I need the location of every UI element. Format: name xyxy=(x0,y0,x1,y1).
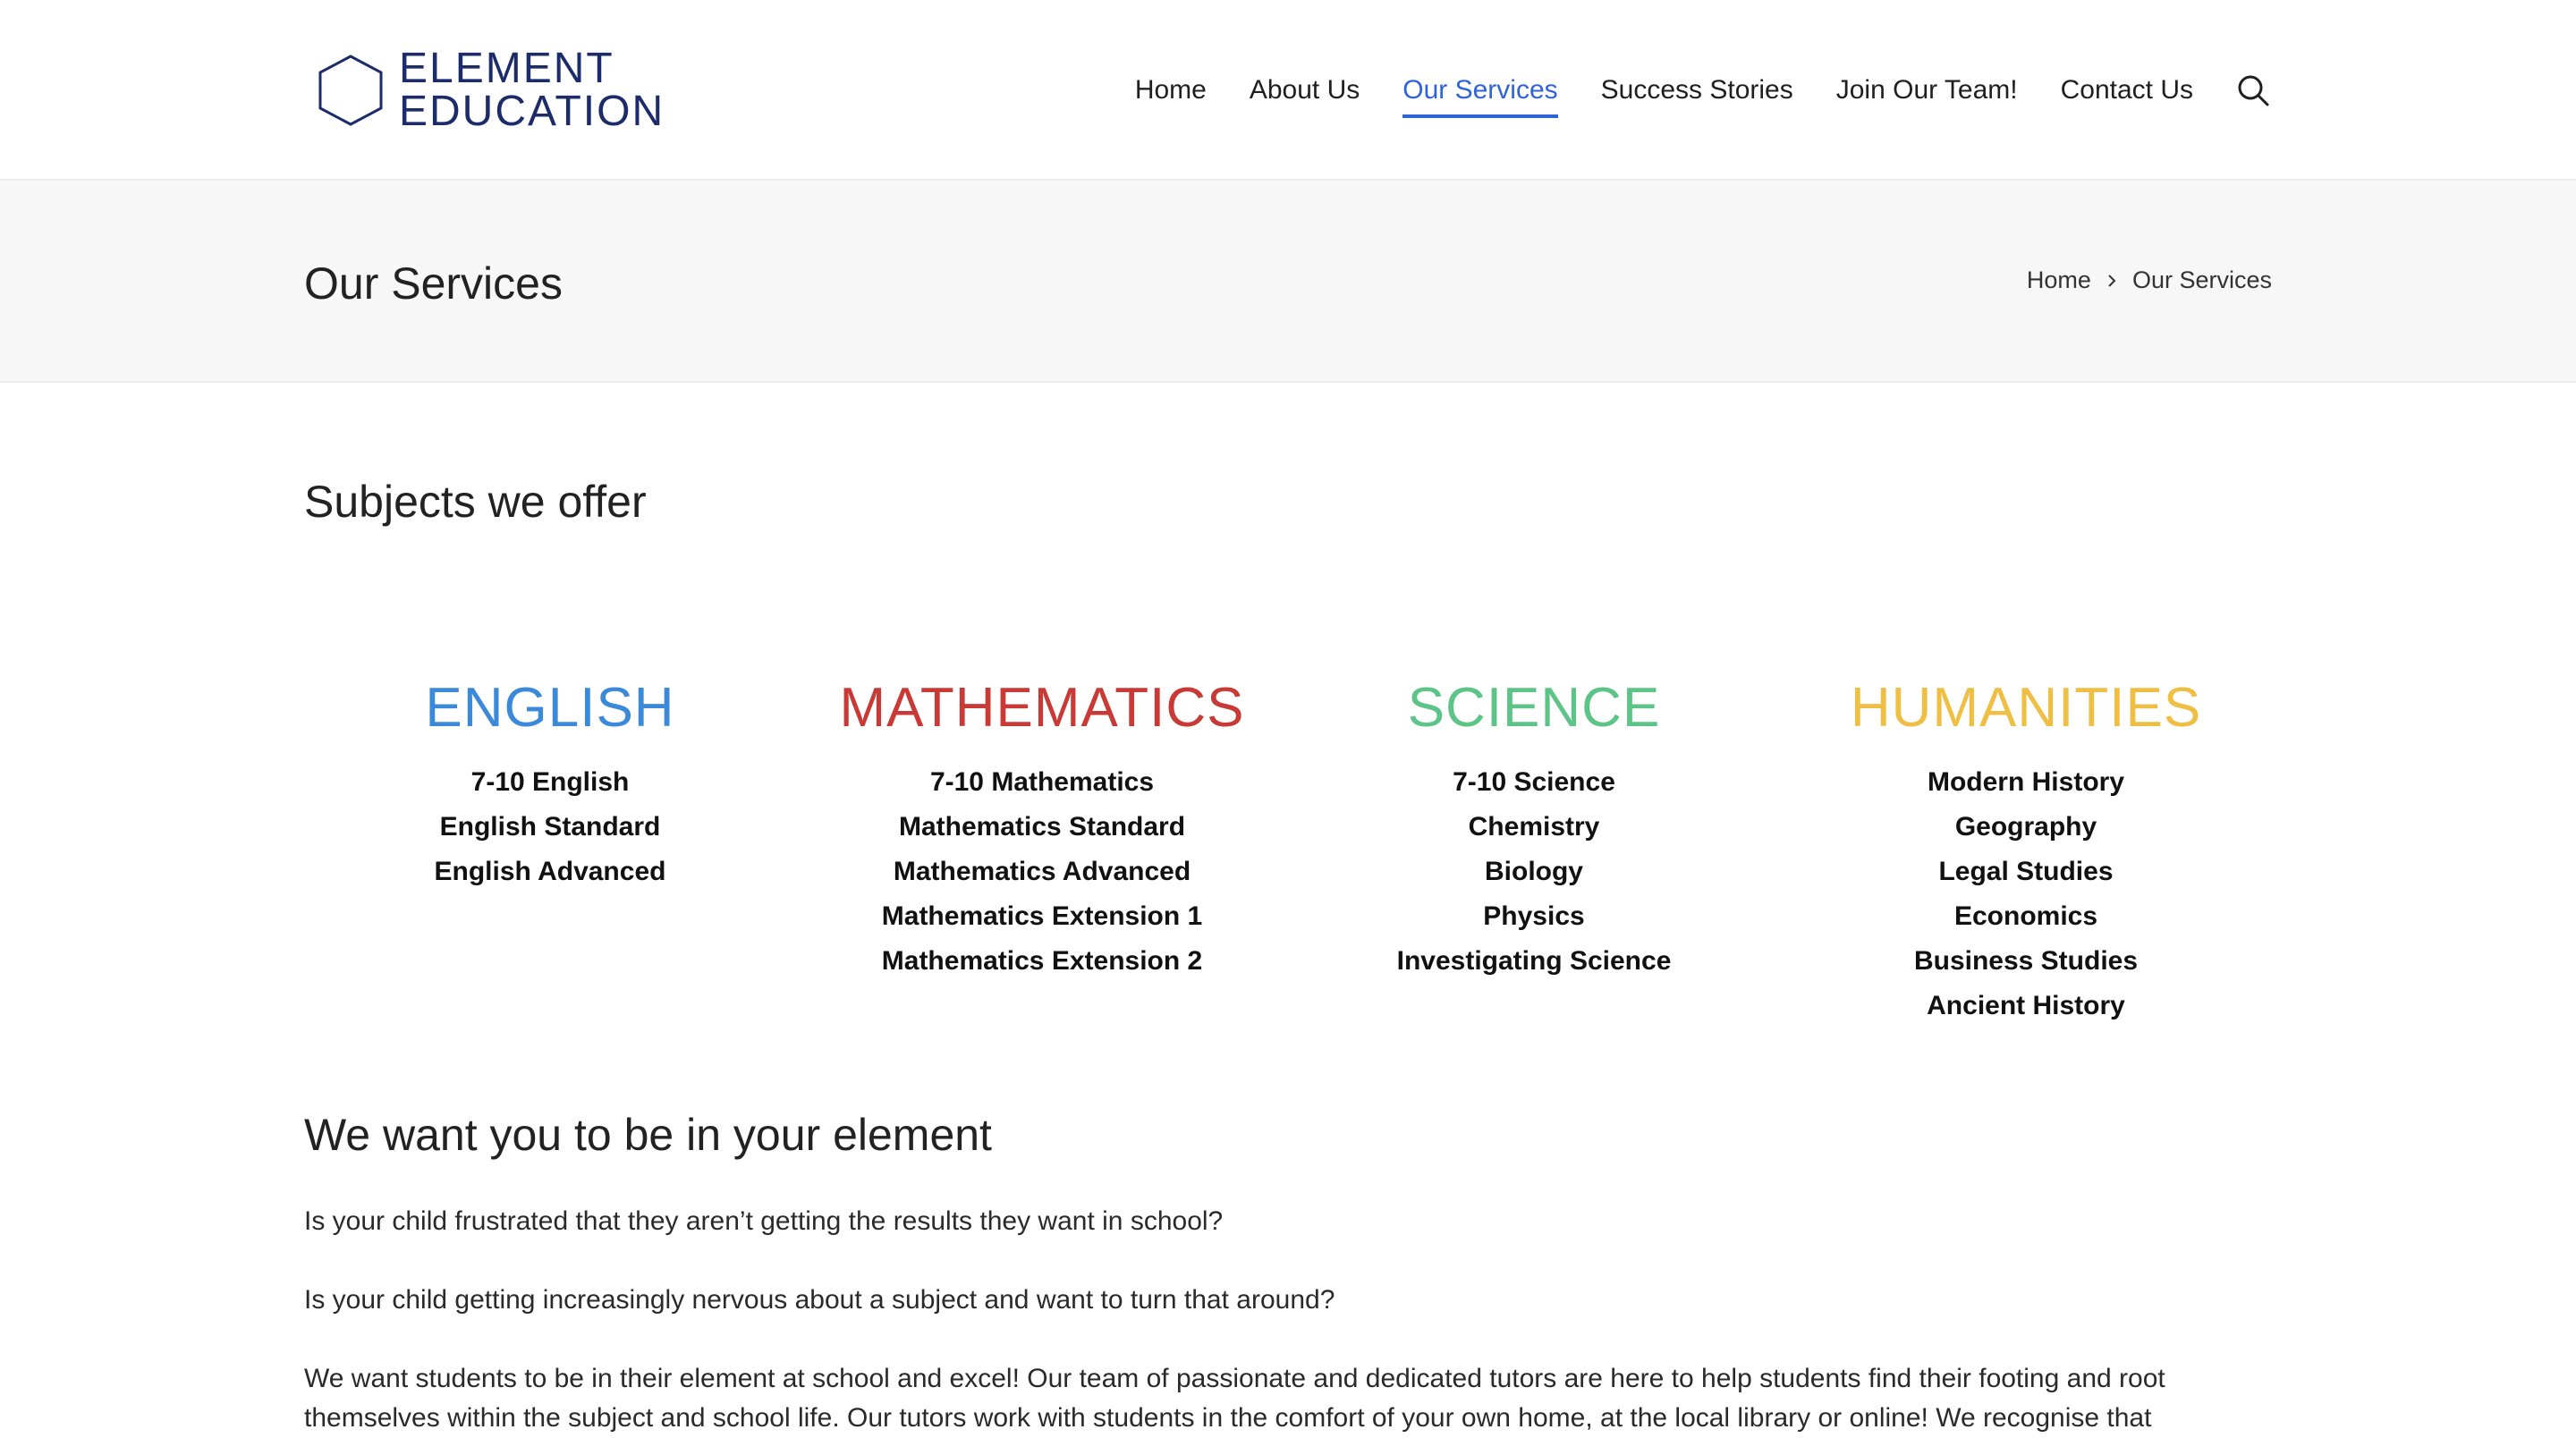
site-logo[interactable]: ELEMENT EDUCATION xyxy=(315,43,708,138)
nav-about-us[interactable]: About Us xyxy=(1250,75,1360,106)
logo-wordmark: ELEMENT EDUCATION xyxy=(399,47,665,133)
chevron-right-icon xyxy=(2108,274,2116,287)
subject-item: Chemistry xyxy=(1468,812,1600,842)
subject-item: Ancient History xyxy=(1927,991,2125,1020)
search-icon[interactable] xyxy=(2236,72,2272,108)
page-title: Our Services xyxy=(304,258,563,309)
subject-item: 7-10 English xyxy=(470,767,630,797)
subject-item: Physics xyxy=(1483,901,1585,931)
nav-join-our-team[interactable]: Join Our Team! xyxy=(1836,75,2018,106)
subject-column-mathematics: MATHEMATICS 7-10 Mathematics Mathematics… xyxy=(796,672,1288,1028)
subject-column-english: ENGLISH 7-10 English English Standard En… xyxy=(304,672,796,1028)
subject-item: 7-10 Mathematics xyxy=(929,767,1155,797)
main-nav: Home About Us Our Services Success Stori… xyxy=(1092,63,2272,118)
subject-item: Biology xyxy=(1485,857,1583,886)
breadcrumb-current: Our Services xyxy=(2131,266,2272,293)
breadcrumb: Home Our Services xyxy=(2027,266,2272,294)
subject-item: Mathematics Extension 2 xyxy=(881,946,1203,976)
subject-item: Economics xyxy=(1953,901,2098,931)
nav-contact-us[interactable]: Contact Us xyxy=(2061,75,2193,106)
nav-our-services[interactable]: Our Services xyxy=(1402,75,1559,118)
logo-line-1: ELEMENT xyxy=(399,45,614,92)
subject-item: 7-10 Science xyxy=(1453,767,1615,797)
breadcrumb-home[interactable]: Home xyxy=(2027,266,2091,294)
subject-item: Mathematics Advanced xyxy=(893,857,1191,886)
subject-item: Legal Studies xyxy=(1938,857,2114,886)
subject-item: English Standard xyxy=(439,812,661,842)
element-heading: We want you to be in your element xyxy=(304,1110,992,1160)
subject-title: HUMANITIES xyxy=(1850,677,2202,739)
site-header: ELEMENT EDUCATION Home About Us Our Serv… xyxy=(0,0,2576,181)
page-title-band: Our Services Home Our Services xyxy=(0,181,2576,383)
subject-title: SCIENCE xyxy=(1407,677,1661,739)
subject-column-science: SCIENCE 7-10 Science Chemistry Biology P… xyxy=(1288,672,1780,1028)
hexagon-logo-icon xyxy=(318,55,383,126)
subject-item: Modern History xyxy=(1927,767,2125,797)
subject-title: ENGLISH xyxy=(425,677,675,739)
subject-item: Geography xyxy=(1954,812,2097,842)
subject-item: Mathematics Extension 1 xyxy=(881,901,1203,931)
subjects-grid: ENGLISH 7-10 English English Standard En… xyxy=(304,672,2272,1028)
subjects-heading: Subjects we offer xyxy=(304,477,647,527)
intro-paragraph-2: Is your child getting increasingly nervo… xyxy=(304,1285,1335,1315)
subject-title: MATHEMATICS xyxy=(839,677,1245,739)
subject-item: Investigating Science xyxy=(1396,946,1672,976)
subject-column-humanities: HUMANITIES Modern History Geography Lega… xyxy=(1780,672,2272,1028)
nav-success-stories[interactable]: Success Stories xyxy=(1601,75,1793,106)
subject-item: Business Studies xyxy=(1913,946,2139,976)
subject-item: English Advanced xyxy=(434,857,666,886)
logo-line-2: EDUCATION xyxy=(399,88,665,135)
intro-paragraph-1: Is your child frustrated that they aren’… xyxy=(304,1206,1224,1236)
subject-item: Mathematics Standard xyxy=(898,812,1186,842)
nav-home[interactable]: Home xyxy=(1135,75,1207,106)
intro-paragraph-3: We want students to be in their element … xyxy=(304,1364,2165,1433)
